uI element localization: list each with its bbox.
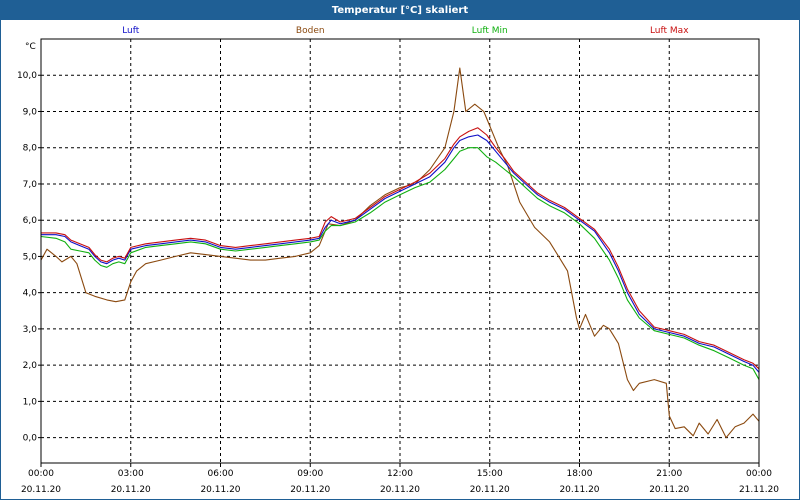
x-tick-time: 00:00: [746, 469, 772, 479]
y-tick-label: 4,0: [23, 289, 38, 299]
y-tick-label: 6,0: [23, 216, 38, 226]
x-tick-date: 20.11.20: [21, 485, 61, 495]
y-tick-label: 0,0: [23, 434, 38, 444]
y-tick-label: 10,0: [17, 71, 37, 81]
chart-window: Temperatur [°C] skaliert 0,0 1,0 2,0 3,0 4,0…: [0, 0, 800, 500]
y-axis-unit: °C: [25, 42, 36, 52]
x-axis: 00:00 20.11.20 03:00 20.11.20 06:00 20.11.20 0…: [21, 463, 779, 495]
x-tick-time: 06:00: [208, 469, 234, 479]
x-tick-time: 12:00: [387, 469, 413, 479]
legend: Luft Boden Luft Min Luft Max: [122, 26, 689, 36]
series-line-luft: [41, 134, 760, 373]
y-tick-label: 9,0: [23, 107, 38, 117]
series-line-luft-max: [41, 127, 760, 370]
legend-item-boden: Boden: [296, 26, 325, 36]
x-tick-date: 21.11.20: [739, 485, 779, 495]
y-tick-label: 8,0: [23, 144, 38, 154]
y-tick-label: 3,0: [23, 325, 38, 335]
x-tick-date: 20.11.20: [290, 485, 330, 495]
legend-item-luft-min: Luft Min: [472, 26, 508, 36]
x-tick-time: 21:00: [656, 469, 682, 479]
y-tick-label: 1,0: [23, 397, 38, 407]
x-tick-time: 09:00: [297, 469, 323, 479]
y-tick-label: 2,0: [23, 361, 38, 371]
x-tick-date: 20.11.20: [470, 485, 510, 495]
x-tick-date: 20.11.20: [111, 485, 151, 495]
x-tick-time: 00:00: [28, 469, 54, 479]
grid: [41, 39, 759, 463]
temperature-chart: 0,0 1,0 2,0 3,0 4,0 5,0 6,0 7,0 8,0 9,0 10,0 °C 00:…: [17, 26, 779, 495]
legend-item-luft: Luft: [122, 26, 140, 36]
y-axis: 0,0 1,0 2,0 3,0 4,0 5,0 6,0 7,0 8,0 9,0 10,0 °C: [17, 42, 41, 444]
x-tick-date: 20.11.20: [380, 485, 420, 495]
legend-item-luft-max: Luft Max: [650, 26, 689, 36]
x-tick-time: 15:00: [477, 469, 503, 479]
x-tick-time: 03:00: [118, 469, 144, 479]
x-tick-date: 20.11.20: [559, 485, 599, 495]
x-tick-date: 20.11.20: [649, 485, 689, 495]
y-tick-label: 7,0: [23, 180, 38, 190]
x-tick-time: 18:00: [567, 469, 593, 479]
x-tick-date: 20.11.20: [200, 485, 240, 495]
y-tick-label: 5,0: [23, 252, 38, 262]
